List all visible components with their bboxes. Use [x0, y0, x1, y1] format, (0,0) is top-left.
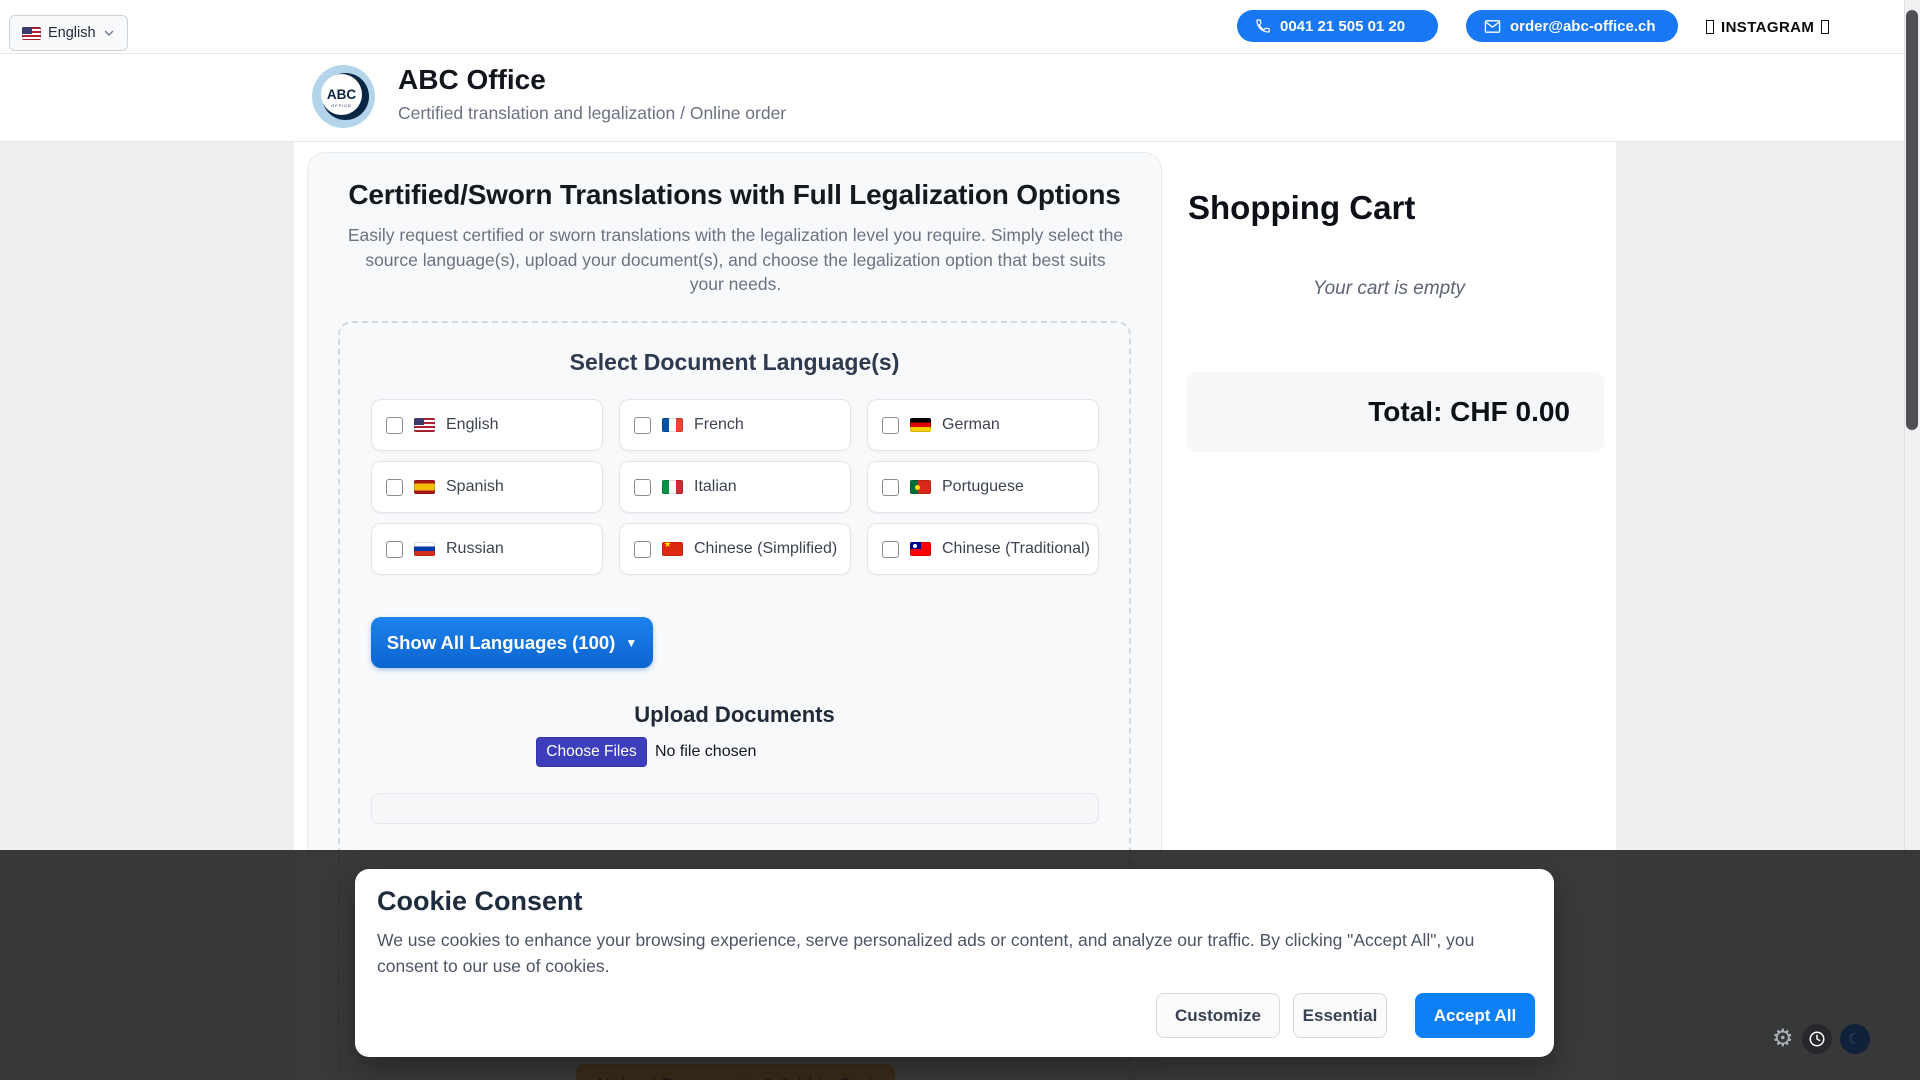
checkbox[interactable] — [634, 416, 651, 434]
cart-empty-message: Your cart is empty — [1312, 278, 1466, 299]
language-option-english[interactable]: English — [371, 399, 603, 451]
essential-button[interactable]: Essential — [1293, 993, 1387, 1038]
flag-icon — [662, 480, 683, 494]
phone-icon — [1256, 19, 1270, 33]
phone-button[interactable]: 0041 21 505 01 20 — [1237, 10, 1438, 42]
scrollbar-thumb[interactable] — [1906, 10, 1918, 430]
dropdown-arrow-icon: ▼ — [625, 635, 638, 650]
checkbox[interactable] — [634, 540, 651, 558]
clock-icon — [1809, 1031, 1825, 1047]
choose-files-button[interactable]: Choose Files — [536, 737, 647, 767]
instagram-link[interactable]: INSTAGRAM — [1706, 13, 1830, 41]
show-all-languages-button[interactable]: Show All Languages (100) ▼ — [371, 617, 653, 668]
language-option-italian[interactable]: Italian — [619, 461, 851, 513]
checkbox[interactable] — [882, 416, 899, 434]
language-option-german[interactable]: German — [867, 399, 1099, 451]
site-header: ABC OFFICE ABC Office Certified translat… — [0, 54, 1920, 142]
file-input[interactable]: Choose Files No file chosen — [536, 737, 756, 767]
language-selector[interactable]: English — [9, 15, 128, 51]
history-clock-icon[interactable] — [1801, 1024, 1832, 1054]
dark-mode-moon-icon[interactable]: ☾ — [1839, 1024, 1870, 1054]
cookie-buttons: Customize Essential Accept All — [1156, 993, 1535, 1038]
phone-number: 0041 21 505 01 20 — [1280, 17, 1406, 35]
chevron-down-icon — [104, 30, 113, 36]
email-button[interactable]: order@abc-office.ch — [1466, 10, 1678, 42]
language-option-portuguese[interactable]: Portuguese — [867, 461, 1099, 513]
settings-gear-icon[interactable]: ⚙ — [1772, 1024, 1794, 1054]
select-language-heading: Select Document Language(s) — [569, 349, 900, 375]
checkbox[interactable] — [634, 478, 651, 496]
flag-icon — [910, 480, 931, 494]
site-title: ABC Office — [398, 64, 546, 95]
tofu-glyph-icon — [1821, 20, 1830, 34]
upload-documents-heading: Upload Documents — [634, 702, 835, 727]
language-option-chinese-traditional[interactable]: Chinese (Traditional) — [867, 523, 1099, 575]
cookie-consent-message: We use cookies to enhance your browsing … — [377, 930, 1475, 976]
form-description: Easily request certified or sworn transl… — [347, 225, 1124, 294]
flag-icon — [414, 542, 435, 556]
flag-icon — [662, 418, 683, 432]
instagram-label: INSTAGRAM — [1721, 18, 1815, 36]
language-option-french[interactable]: French — [619, 399, 851, 451]
flag-icon — [910, 542, 931, 556]
flag-icon — [910, 418, 931, 432]
language-option-russian[interactable]: Russian — [371, 523, 603, 575]
language-selector-label: English — [48, 25, 96, 41]
svg-text:OFFICE: OFFICE — [331, 103, 352, 108]
accept-all-button[interactable]: Accept All — [1415, 993, 1535, 1038]
form-heading: Certified/Sworn Translations with Full L… — [348, 179, 1121, 210]
top-bar: English 0041 21 505 01 20 order@abc-offi… — [0, 0, 1920, 54]
svg-text:ABC: ABC — [327, 87, 356, 102]
checkbox[interactable] — [882, 540, 899, 558]
site-subtitle: Certified translation and legalization /… — [398, 103, 787, 123]
upload-progress-tray — [371, 793, 1099, 824]
flag-icon — [414, 418, 435, 432]
flag-icon — [662, 542, 683, 556]
shopping-cart-title: Shopping Cart — [1188, 189, 1416, 226]
cart-total-box: Total: CHF 0.00 — [1187, 372, 1604, 452]
checkbox[interactable] — [386, 540, 403, 558]
checkbox[interactable] — [386, 416, 403, 434]
us-flag-icon — [22, 26, 41, 40]
moon-icon: ☾ — [1847, 1031, 1862, 1048]
tofu-glyph-icon — [1706, 20, 1714, 34]
cookie-consent-title: Cookie Consent — [377, 886, 583, 916]
language-option-spanish[interactable]: Spanish — [371, 461, 603, 513]
language-option-chinese-simplified[interactable]: Chinese (Simplified) — [619, 523, 851, 575]
mail-icon — [1484, 19, 1501, 33]
floating-widgets: ⚙ ☾ — [1772, 1024, 1870, 1054]
language-grid: English French German Spanish Italian Po… — [371, 399, 1099, 575]
abc-office-logo: ABC OFFICE — [312, 65, 375, 128]
checkbox[interactable] — [882, 478, 899, 496]
cart-total-text: Total: CHF 0.00 — [1368, 396, 1570, 427]
page: English 0041 21 505 01 20 order@abc-offi… — [0, 0, 1920, 1080]
no-file-chosen-text: No file chosen — [655, 743, 757, 760]
cookie-consent-banner: Cookie Consent We use cookies to enhance… — [355, 869, 1554, 1057]
flag-icon — [414, 480, 435, 494]
email-address: order@abc-office.ch — [1510, 17, 1656, 35]
customize-button[interactable]: Customize — [1156, 993, 1280, 1038]
checkbox[interactable] — [386, 478, 403, 496]
